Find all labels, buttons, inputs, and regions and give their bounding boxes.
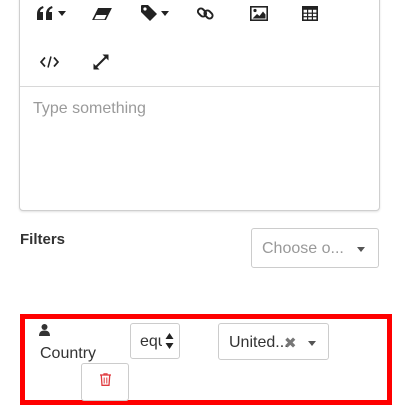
chevron-down-icon [357, 247, 365, 252]
country-value-select[interactable]: United... ✖ [218, 323, 329, 360]
table-button[interactable] [302, 6, 318, 21]
table-icon [302, 6, 318, 21]
link-button[interactable] [197, 5, 214, 22]
tag-icon [141, 5, 157, 21]
selected-country-value: United... [229, 334, 289, 351]
operator-value: equ [140, 333, 162, 350]
choose-filter-select[interactable]: Choose o... [251, 228, 379, 268]
editor-placeholder: Type something [33, 100, 146, 117]
code-view-button[interactable] [40, 56, 59, 68]
image-icon [250, 6, 268, 21]
operator-select[interactable]: equ [130, 323, 180, 359]
user-icon [39, 323, 50, 341]
eraser-icon [92, 8, 112, 20]
choose-filter-placeholder: Choose o... [262, 240, 344, 257]
clear-icon[interactable]: ✖ [284, 334, 297, 352]
tag-button[interactable] [141, 5, 169, 21]
eraser-button[interactable] [92, 8, 112, 20]
filter-field-label: Country [40, 345, 97, 362]
fullscreen-button[interactable] [93, 54, 109, 70]
editor-toolbar [20, 0, 379, 87]
filter-rule-panel: Country equ United... ✖ [20, 314, 392, 405]
trash-icon [99, 373, 111, 391]
delete-filter-button[interactable] [81, 363, 129, 401]
rich-text-editor: Type something [19, 0, 380, 211]
chevron-down-icon [58, 10, 66, 16]
quote-icon [36, 6, 54, 20]
code-icon [40, 56, 59, 68]
image-button[interactable] [250, 6, 268, 21]
link-icon [197, 5, 214, 22]
filters-label: Filters [20, 231, 66, 248]
sort-arrows-icon [165, 332, 174, 355]
chevron-down-icon [161, 10, 169, 16]
quote-button[interactable] [36, 6, 66, 20]
expand-icon [93, 54, 109, 70]
chevron-down-icon [308, 341, 316, 346]
